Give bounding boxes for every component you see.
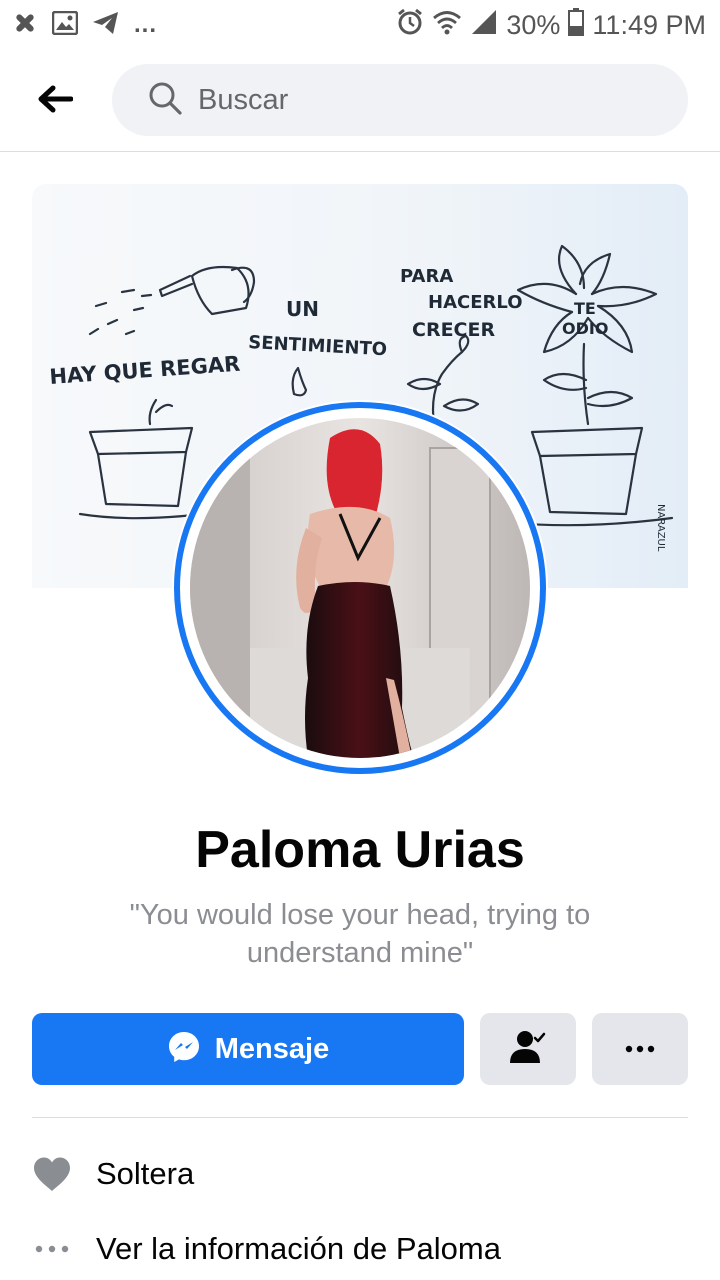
profile-bio: "You would lose your head, trying to und… [129,899,591,969]
top-nav: Buscar [0,50,720,152]
clock: 11:49 PM [592,9,706,40]
arrow-left-icon [37,85,74,118]
slack-icon [12,10,38,41]
more-dots-icon [32,1229,72,1269]
cover-text-sentimiento: SENTIMIENTO [248,332,388,360]
telegram-icon [92,11,120,40]
friend-status-button[interactable] [480,1013,576,1085]
about-info-link[interactable]: Ver la información de Paloma [32,1219,692,1279]
image-icon [51,10,79,40]
battery-icon [568,7,585,43]
avatar [190,418,530,758]
cover-text-para: PARA [400,266,453,287]
about-link-label: Ver la información de Paloma [96,1231,501,1266]
notification-overflow: ... [134,11,158,38]
relationship-status: Soltera [96,1156,195,1191]
cover-text-odio: ODIO [562,319,608,338]
profile-picture[interactable] [172,400,548,776]
friend-check-icon [508,1029,548,1070]
battery-percent: 30% [506,9,561,40]
cover-text-regar: HAY QUE REGAR [49,352,241,389]
cover-text-crecer: CRECER [412,319,495,341]
messenger-icon [167,1030,201,1069]
story-ring [174,402,546,774]
relationship-row: Soltera [32,1144,692,1204]
wifi-icon [432,9,462,42]
more-options-button[interactable] [592,1013,688,1085]
search-placeholder: Buscar [198,83,289,116]
cover-text-un: UN [286,297,319,321]
status-left: ... [12,10,157,41]
cover-text-hacerlo: HACERLO [428,292,523,313]
back-button[interactable] [30,78,80,124]
status-bar: ... 30% 11:49 PM [0,0,720,50]
cover-signature: NARAZUL [655,504,666,552]
signal-icon [470,9,498,42]
heart-icon [32,1154,72,1194]
search-input[interactable]: Buscar [112,64,688,136]
search-icon [148,81,182,120]
profile-name: Paloma Urias [195,821,525,879]
status-right: 30% 11:49 PM [396,7,706,43]
alarm-icon [396,8,424,43]
message-button[interactable]: Mensaje [32,1013,464,1085]
cover-text-te: TE [574,299,596,318]
message-button-label: Mensaje [214,1032,330,1065]
divider [32,1117,688,1118]
more-horizontal-icon [625,1040,655,1058]
